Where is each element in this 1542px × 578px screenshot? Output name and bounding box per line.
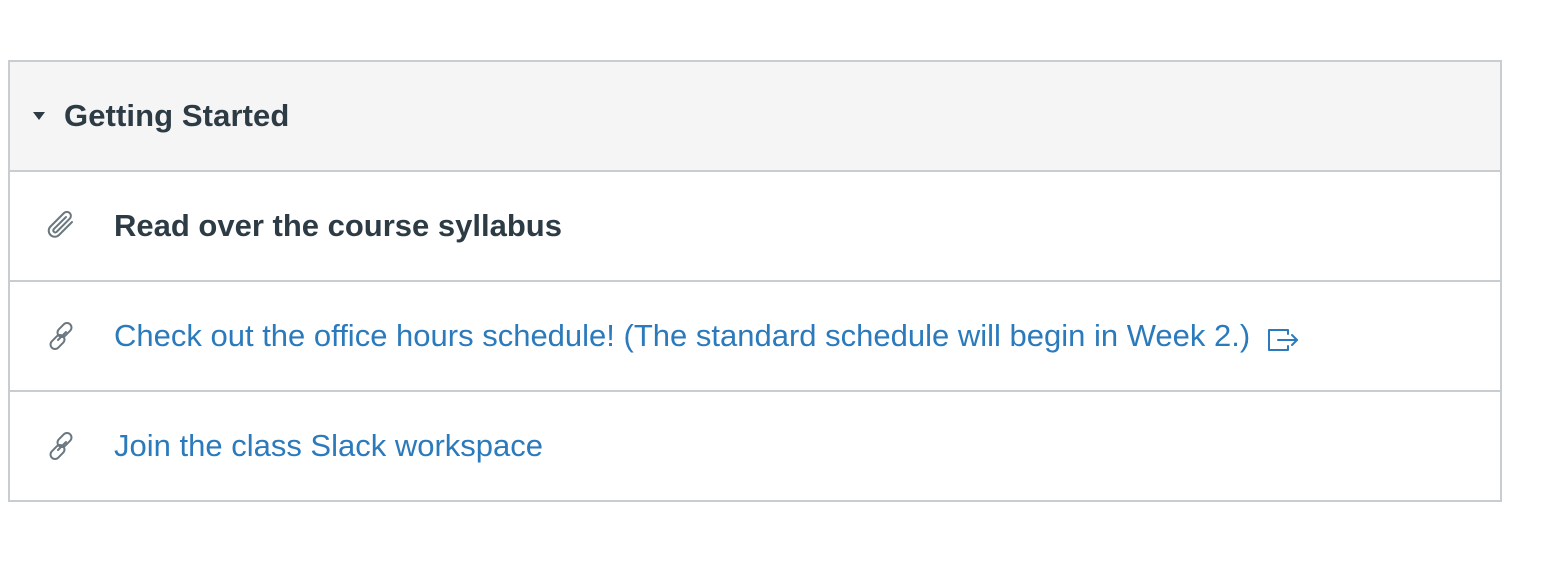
module-item-slack: Join the class Slack workspace <box>10 392 1500 500</box>
module-item-link[interactable]: Join the class Slack workspace <box>114 428 543 464</box>
module-item-syllabus: Read over the course syllabus <box>10 172 1500 282</box>
paperclip-icon <box>42 206 82 246</box>
module-header[interactable]: Getting Started <box>10 62 1500 172</box>
module-item-title[interactable]: Read over the course syllabus <box>114 208 562 244</box>
module-item-office-hours: Check out the office hours schedule! (Th… <box>10 282 1500 392</box>
link-icon <box>42 426 82 466</box>
external-link-icon <box>1266 326 1300 354</box>
module-getting-started: Getting Started Read over the course syl… <box>8 60 1502 502</box>
caret-down-icon[interactable] <box>32 111 46 121</box>
module-item-link[interactable]: Check out the office hours schedule! (Th… <box>114 318 1250 354</box>
module-title: Getting Started <box>64 98 290 133</box>
link-icon <box>42 316 82 356</box>
